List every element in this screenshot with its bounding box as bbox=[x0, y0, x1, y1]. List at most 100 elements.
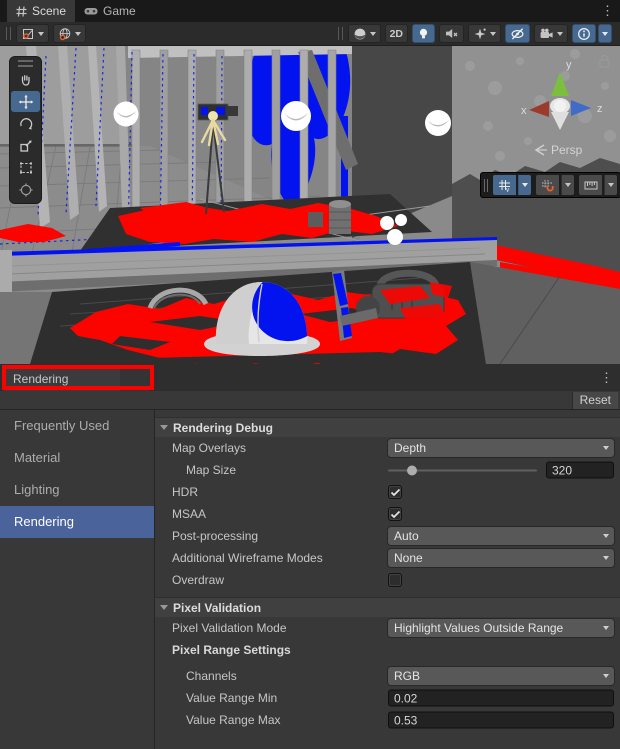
unity-editor-window: Scene Game ⋮ 2D bbox=[0, 0, 620, 749]
grid-visibility-button[interactable]: y bbox=[493, 175, 516, 195]
section-title: Pixel Validation bbox=[173, 601, 261, 615]
dropdown-arrow-icon bbox=[603, 534, 609, 538]
sidebar-item-rendering[interactable]: Rendering bbox=[0, 506, 154, 538]
section-header-pixel-validation[interactable]: Pixel Validation bbox=[155, 597, 620, 617]
snap-increment-button[interactable] bbox=[579, 175, 602, 195]
scene-render: y x z Persp bbox=[0, 46, 620, 364]
field-label: Post-processing bbox=[172, 529, 258, 543]
field-label: Channels bbox=[186, 669, 237, 683]
scale-tool-button[interactable] bbox=[11, 135, 40, 156]
view-hand-tool-button[interactable] bbox=[11, 69, 40, 90]
sidebar-item-material[interactable]: Material bbox=[0, 442, 154, 474]
overdraw-checkbox[interactable] bbox=[388, 573, 402, 587]
field-label: Additional Wireframe Modes bbox=[172, 551, 323, 565]
info-circle-icon bbox=[577, 27, 591, 41]
debugger-content: Rendering Debug Map Overlays Depth Map S… bbox=[155, 410, 620, 749]
gamepad-icon bbox=[84, 6, 98, 16]
slider-thumb[interactable] bbox=[407, 465, 417, 475]
dropdown-arrow-icon bbox=[490, 32, 496, 36]
row-additional-wireframe-modes: Additional Wireframe Modes None bbox=[155, 547, 620, 569]
tab-scene-label: Scene bbox=[32, 4, 66, 18]
scene-visibility-button[interactable] bbox=[505, 24, 530, 43]
projection-toggle[interactable]: Persp bbox=[536, 143, 583, 157]
dropdown-arrow-icon bbox=[603, 626, 609, 630]
2d-toggle-button[interactable]: 2D bbox=[385, 24, 408, 43]
scene-viewport[interactable]: y x z Persp bbox=[0, 46, 620, 364]
tab-rendering-debugger[interactable]: Rendering Debugger bbox=[4, 367, 120, 391]
field-label: MSAA bbox=[172, 507, 206, 521]
scene-toolbar-right: 2D bbox=[336, 24, 616, 43]
move-icon bbox=[18, 94, 34, 110]
rotate-tool-button[interactable] bbox=[11, 113, 40, 134]
value-range-max-field[interactable]: 0.53 bbox=[388, 712, 614, 729]
snap-increment-dropdown[interactable] bbox=[604, 175, 617, 195]
toolbar-drag-handle[interactable] bbox=[6, 27, 11, 40]
kebab-menu-icon: ⋮ bbox=[600, 370, 613, 386]
palette-drag-handle[interactable] bbox=[18, 60, 33, 67]
scene-lighting-button[interactable] bbox=[412, 24, 435, 43]
row-post-processing: Post-processing Auto bbox=[155, 525, 620, 547]
tab-game[interactable]: Game bbox=[75, 0, 145, 22]
dropdown-value: Highlight Values Outside Range bbox=[394, 621, 563, 635]
dropdown-arrow-icon bbox=[603, 674, 609, 678]
map-size-field[interactable]: 320 bbox=[546, 462, 614, 479]
gizmos-dropdown-button[interactable] bbox=[598, 24, 612, 43]
grid-snapping-button[interactable] bbox=[536, 175, 559, 195]
tab-scene[interactable]: Scene bbox=[7, 0, 75, 22]
foldout-triangle-icon bbox=[160, 605, 168, 610]
row-map-overlays: Map Overlays Depth bbox=[155, 437, 620, 459]
ruler-icon bbox=[584, 179, 598, 192]
channels-dropdown[interactable]: RGB bbox=[388, 667, 614, 685]
reset-button[interactable]: Reset bbox=[572, 392, 618, 409]
kebab-menu-icon: ⋮ bbox=[601, 3, 614, 19]
camera-settings-button[interactable] bbox=[534, 24, 568, 43]
hdr-checkbox[interactable] bbox=[388, 485, 402, 499]
value-range-min-field[interactable]: 0.02 bbox=[388, 690, 614, 707]
debugger-panel: Frequently Used Material Lighting Render… bbox=[0, 410, 620, 749]
map-size-slider[interactable] bbox=[388, 463, 537, 477]
section-header-rendering-debug[interactable]: Rendering Debug bbox=[155, 417, 620, 437]
grid-visibility-dropdown[interactable] bbox=[518, 175, 531, 195]
shading-mode-button[interactable] bbox=[348, 24, 381, 43]
grid-icon: y bbox=[498, 179, 511, 192]
sidebar-item-lighting[interactable]: Lighting bbox=[0, 474, 154, 506]
axis-z-label: z bbox=[597, 103, 603, 115]
gridbar-drag-handle[interactable] bbox=[484, 179, 488, 192]
camera-icon bbox=[539, 27, 554, 40]
dropdown-arrow-icon bbox=[602, 32, 608, 36]
dropdown-value: None bbox=[394, 551, 423, 565]
pixel-validation-mode-dropdown[interactable]: Highlight Values Outside Range bbox=[388, 619, 614, 637]
window-menu-button[interactable]: ⋮ bbox=[601, 0, 614, 22]
transform-tool-button[interactable] bbox=[11, 179, 40, 200]
dropdown-arrow-icon bbox=[608, 183, 614, 187]
field-label: HDR bbox=[172, 485, 198, 499]
map-overlays-dropdown[interactable]: Depth bbox=[388, 439, 614, 457]
hand-icon bbox=[18, 72, 34, 88]
debugger-titlebar: Rendering Debugger ⋮ bbox=[0, 364, 620, 391]
tool-handle-orientation-button[interactable] bbox=[53, 24, 86, 43]
projection-label: Persp bbox=[551, 143, 583, 157]
toolbar-drag-handle[interactable] bbox=[338, 27, 343, 40]
effects-button[interactable] bbox=[468, 24, 501, 43]
field-label: Overdraw bbox=[172, 573, 224, 587]
msaa-checkbox[interactable] bbox=[388, 507, 402, 521]
field-label: Value Range Min bbox=[186, 691, 277, 705]
debugger-menu-button[interactable]: ⋮ bbox=[600, 364, 613, 391]
row-channels: Channels RGB bbox=[155, 665, 620, 687]
dropdown-arrow-icon bbox=[370, 32, 376, 36]
audio-mute-button[interactable] bbox=[439, 24, 464, 43]
checkmark-icon bbox=[390, 488, 401, 497]
move-tool-button[interactable] bbox=[11, 91, 40, 112]
debugger-toolbar-row: Reset bbox=[0, 391, 620, 410]
wireframe-modes-dropdown[interactable]: None bbox=[388, 549, 614, 567]
globe-icon bbox=[58, 27, 72, 41]
grid-snapping-dropdown[interactable] bbox=[561, 175, 574, 195]
dropdown-arrow-icon bbox=[603, 556, 609, 560]
tool-handle-pivot-button[interactable] bbox=[16, 24, 49, 43]
post-processing-dropdown[interactable]: Auto bbox=[388, 527, 614, 545]
dropdown-arrow-icon bbox=[565, 183, 571, 187]
rect-tool-button[interactable] bbox=[11, 157, 40, 178]
dropdown-arrow-icon bbox=[603, 446, 609, 450]
gizmos-info-button[interactable] bbox=[572, 24, 596, 43]
dropdown-value: RGB bbox=[394, 669, 420, 683]
